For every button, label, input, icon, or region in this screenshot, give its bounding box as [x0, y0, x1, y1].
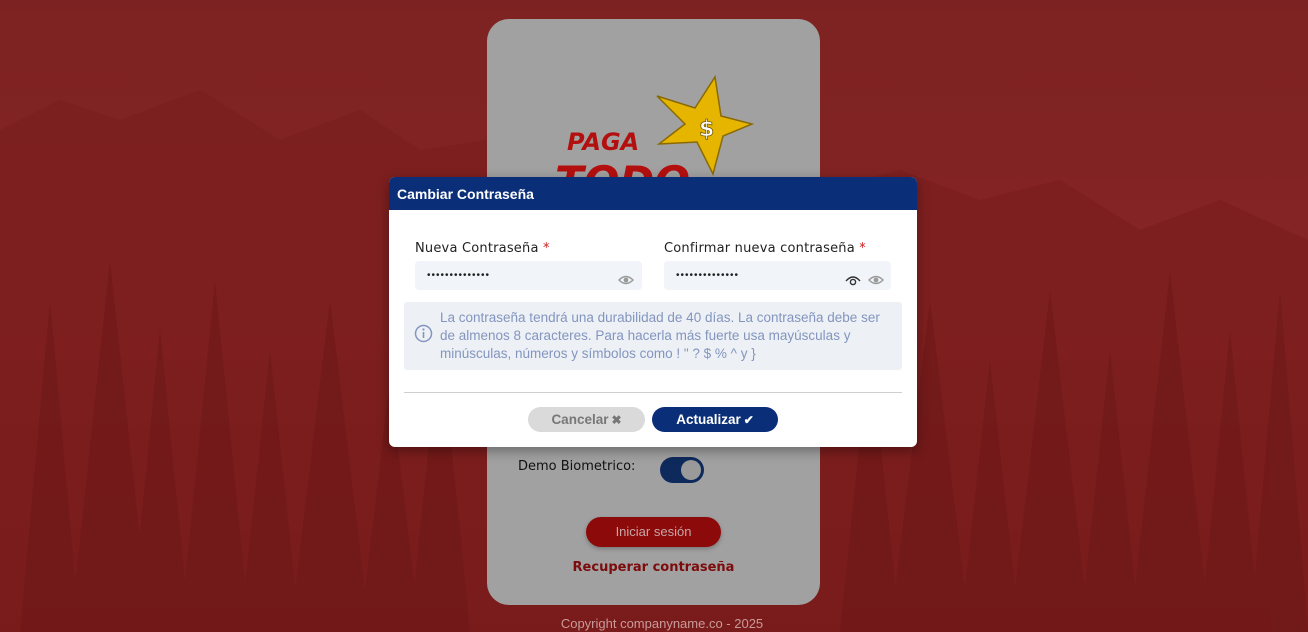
password-info-box: La contraseña tendrá una durabilidad de …: [404, 302, 902, 370]
new-password-label: Nueva Contraseña *: [415, 241, 642, 256]
update-button[interactable]: Actualizar ✔: [652, 407, 778, 432]
check-icon: ✔: [743, 413, 754, 427]
login-button[interactable]: Iniciar sesión: [586, 517, 721, 547]
change-password-modal: Cambiar Contraseña Nueva Contraseña * ••…: [389, 177, 917, 447]
info-icon: [414, 324, 433, 343]
cancel-button-label: Cancelar: [551, 412, 609, 427]
required-mark: *: [859, 241, 866, 256]
confirm-password-label-text: Confirmar nueva contraseña: [664, 241, 855, 256]
biometric-row: Demo Biometrico:: [518, 457, 718, 487]
required-mark: *: [542, 241, 550, 256]
eye-icon[interactable]: [868, 273, 884, 287]
new-password-field: Nueva Contraseña * ••••••••••••••: [415, 241, 642, 290]
confirm-password-field: Confirmar nueva contraseña * •••••••••••…: [664, 241, 891, 290]
modal-divider: [404, 392, 902, 393]
confirm-password-label: Confirmar nueva contraseña *: [664, 241, 891, 256]
update-button-label: Actualizar: [676, 412, 741, 427]
copyright-text: Copyright companyname.co - 2025: [560, 616, 764, 631]
biometric-label: Demo Biometrico:: [518, 459, 636, 474]
logo-text-paga: PAGA: [567, 128, 639, 156]
toggle-knob: [681, 460, 701, 480]
logo-symbol: $: [699, 117, 714, 142]
biometric-toggle[interactable]: [660, 457, 704, 483]
recover-password-link[interactable]: Recuperar contraseña: [487, 560, 820, 575]
password-info-text: La contraseña tendrá una durabilidad de …: [440, 310, 880, 361]
cancel-button[interactable]: Cancelar ✖: [528, 407, 645, 432]
eye-icon[interactable]: [618, 273, 634, 287]
times-icon: ✖: [611, 413, 622, 427]
modal-title: Cambiar Contraseña: [389, 177, 917, 210]
new-password-input[interactable]: ••••••••••••••: [415, 261, 642, 290]
new-password-label-text: Nueva Contraseña: [415, 241, 539, 256]
eye-icon[interactable]: [845, 273, 861, 287]
